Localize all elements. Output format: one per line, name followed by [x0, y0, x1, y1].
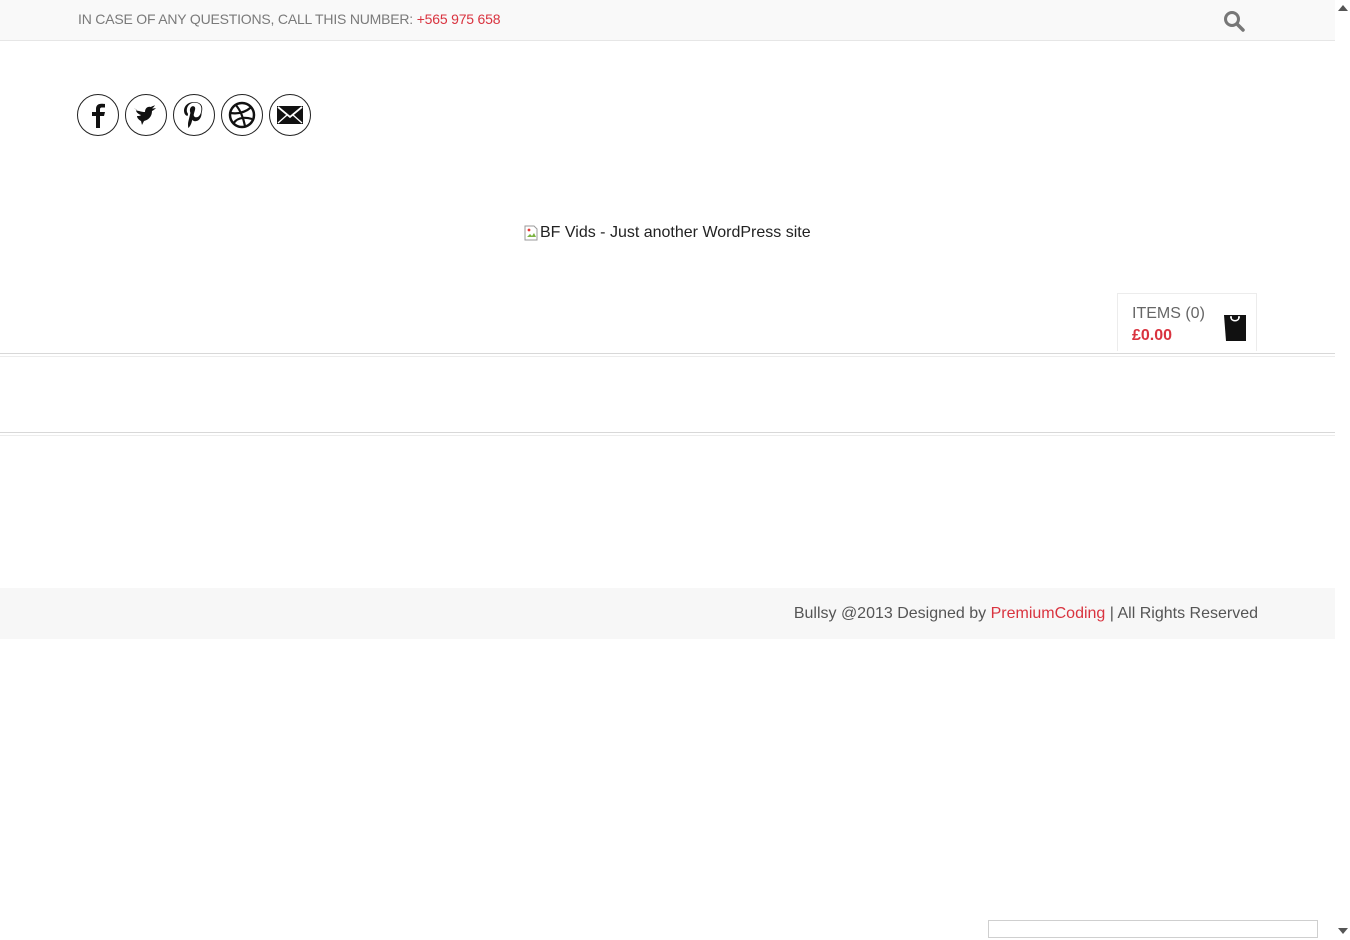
bottom-bar-box	[988, 920, 1318, 938]
scroll-down-arrow-icon[interactable]	[1338, 928, 1348, 934]
pinterest-icon[interactable]	[173, 94, 215, 136]
broken-image-icon	[524, 225, 538, 241]
premiumcoding-link[interactable]: PremiumCoding	[991, 605, 1106, 622]
top-bar: IN CASE OF ANY QUESTIONS, CALL THIS NUMB…	[0, 0, 1335, 41]
cart-widget[interactable]: ITEMS (0) £0.00	[1117, 293, 1257, 351]
mail-icon[interactable]	[269, 94, 311, 136]
contact-info: IN CASE OF ANY QUESTIONS, CALL THIS NUMB…	[78, 11, 501, 27]
copyright-suffix: | All Rights Reserved	[1105, 605, 1258, 622]
search-icon[interactable]	[1222, 9, 1246, 33]
menu-divider-bottom	[0, 432, 1335, 433]
logo-alt-text: BF Vids - Just another WordPress site	[540, 224, 811, 241]
copyright-prefix: Bullsy @2013 Designed by	[793, 605, 991, 622]
facebook-icon[interactable]	[77, 94, 119, 136]
page: IN CASE OF ANY QUESTIONS, CALL THIS NUMB…	[0, 0, 1335, 940]
menu-divider-top-inner	[0, 356, 1335, 357]
menu-divider-top	[0, 353, 1335, 354]
scroll-up-arrow-icon[interactable]	[1338, 5, 1348, 11]
shopping-bag-icon	[1222, 311, 1248, 348]
dribbble-icon[interactable]	[221, 94, 263, 136]
twitter-icon[interactable]	[125, 94, 167, 136]
site-logo[interactable]: BF Vids - Just another WordPress site	[524, 224, 811, 242]
menu-divider-bottom-inner	[0, 435, 1335, 436]
social-links	[77, 94, 311, 136]
copyright-text: Bullsy @2013 Designed by PremiumCoding |…	[794, 605, 1258, 623]
cart-items-count: ITEMS (0)	[1132, 305, 1205, 322]
phone-number[interactable]: +565 975 658	[417, 11, 501, 27]
footer: Bullsy @2013 Designed by PremiumCoding |…	[0, 588, 1335, 639]
contact-text: IN CASE OF ANY QUESTIONS, CALL THIS NUMB…	[78, 11, 417, 27]
vertical-scrollbar[interactable]	[1335, 0, 1350, 940]
cart-total: £0.00	[1132, 327, 1173, 344]
